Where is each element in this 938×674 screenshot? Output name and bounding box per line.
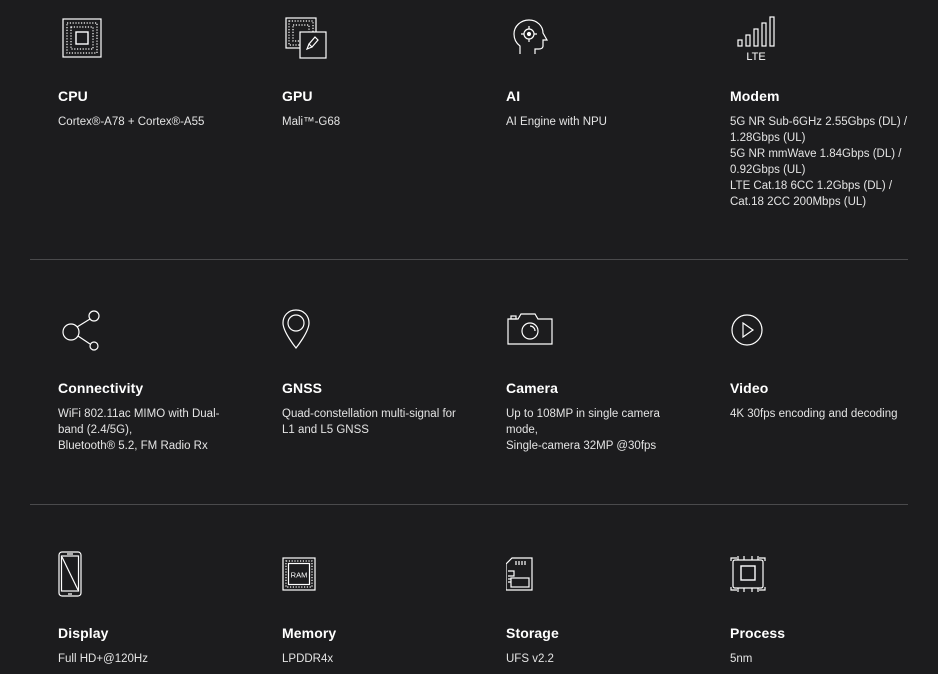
spec-title: Display [58, 625, 109, 641]
spec-display: Display Full HD+@120Hz [30, 505, 254, 674]
spec-desc-line: 5nm [730, 653, 753, 665]
spec-title: Storage [506, 625, 559, 641]
spec-row-1: CPU Cortex®-A78 + Cortex®-A55 GPU Mali™-… [30, 0, 908, 259]
spec-title: Memory [282, 625, 337, 641]
spec-title: Connectivity [58, 380, 144, 396]
spec-desc: 5nm [730, 651, 910, 667]
spec-desc: WiFi 802.11ac MIMO with Dual-band (2.4/5… [58, 406, 238, 454]
spec-desc-line: 4K 30fps encoding and decoding [730, 408, 898, 420]
spec-desc-line: LTE Cat.18 6CC 1.2Gbps (DL) / Cat.18 2CC… [730, 180, 893, 208]
spec-ai: AI AI Engine with NPU [478, 0, 702, 259]
spec-desc: UFS v2.2 [506, 651, 686, 667]
spec-desc: 5G NR Sub-6GHz 2.55Gbps (DL) / 1.28Gbps … [730, 114, 910, 210]
share-nodes-icon [58, 306, 106, 354]
spec-desc-line: Full HD+@120Hz [58, 653, 148, 665]
play-circle-icon [730, 306, 778, 354]
spec-title: Video [730, 380, 769, 396]
ai-head-icon [506, 14, 554, 62]
gpu-chip-icon [282, 14, 330, 62]
cpu-chip-icon [58, 14, 106, 62]
process-chip-icon [730, 551, 778, 599]
spec-desc-line: Quad-constellation multi-signal for L1 a… [282, 408, 456, 436]
spec-desc-line: Single-camera 32MP @30fps [506, 440, 657, 452]
spec-desc-line: Mali™-G68 [282, 116, 341, 128]
location-pin-icon [282, 306, 330, 354]
spec-desc-line: AI Engine with NPU [506, 116, 607, 128]
spec-row-2: Connectivity WiFi 802.11ac MIMO with Dua… [30, 260, 908, 504]
spec-gpu: GPU Mali™-G68 [254, 0, 478, 259]
spec-desc-line: LPDDR4x [282, 653, 334, 665]
spec-video: Video 4K 30fps encoding and decoding [702, 260, 908, 504]
spec-desc: LPDDR4x [282, 651, 462, 667]
lte-signal-icon: LTE [730, 14, 778, 62]
spec-cpu: CPU Cortex®-A78 + Cortex®-A55 [30, 0, 254, 259]
spec-storage: Storage UFS v2.2 [478, 505, 702, 674]
spec-title: Camera [506, 380, 558, 396]
spec-desc: Quad-constellation multi-signal for L1 a… [282, 406, 462, 438]
spec-title: GNSS [282, 380, 323, 396]
spec-camera: Camera Up to 108MP in single camera mode… [478, 260, 702, 504]
spec-title: Modem [730, 88, 780, 104]
spec-desc-line: UFS v2.2 [506, 653, 554, 665]
spec-modem: LTE Modem 5G NR Sub-6GHz 2.55Gbps (DL) /… [702, 0, 908, 259]
spec-grid: CPU Cortex®-A78 + Cortex®-A55 GPU Mali™-… [0, 0, 938, 674]
spec-title: CPU [58, 88, 88, 104]
sd-card-icon [506, 551, 554, 599]
spec-memory: RAM Memory LPDDR4x [254, 505, 478, 674]
lte-label: LTE [746, 51, 765, 62]
spec-desc-line: 5G NR Sub-6GHz 2.55Gbps (DL) / 1.28Gbps … [730, 116, 908, 144]
spec-desc-line: WiFi 802.11ac MIMO with Dual-band (2.4/5… [58, 408, 220, 436]
spec-desc: Cortex®-A78 + Cortex®-A55 [58, 114, 238, 130]
phone-display-icon [58, 551, 106, 599]
spec-desc: Mali™-G68 [282, 114, 462, 130]
spec-desc: AI Engine with NPU [506, 114, 686, 130]
spec-gnss: GNSS Quad-constellation multi-signal for… [254, 260, 478, 504]
spec-row-3: Display Full HD+@120Hz RAM Memory LPDDR4… [30, 505, 908, 674]
camera-icon [506, 306, 554, 354]
spec-desc-line: Bluetooth® 5.2, FM Radio Rx [58, 440, 208, 452]
spec-desc-line: Cortex®-A78 + Cortex®-A55 [58, 116, 205, 128]
spec-connectivity: Connectivity WiFi 802.11ac MIMO with Dua… [30, 260, 254, 504]
spec-desc: Full HD+@120Hz [58, 651, 238, 667]
spec-title: GPU [282, 88, 313, 104]
ram-chip-icon: RAM [282, 551, 330, 599]
spec-process: Process 5nm [702, 505, 908, 674]
spec-desc: Up to 108MP in single camera mode, Singl… [506, 406, 686, 454]
spec-desc: 4K 30fps encoding and decoding [730, 406, 910, 422]
ram-label: RAM [291, 571, 308, 580]
spec-title: AI [506, 88, 521, 104]
spec-desc-line: 5G NR mmWave 1.84Gbps (DL) / 0.92Gbps (U… [730, 148, 902, 176]
spec-desc-line: Up to 108MP in single camera mode, [506, 408, 660, 436]
spec-title: Process [730, 625, 786, 641]
